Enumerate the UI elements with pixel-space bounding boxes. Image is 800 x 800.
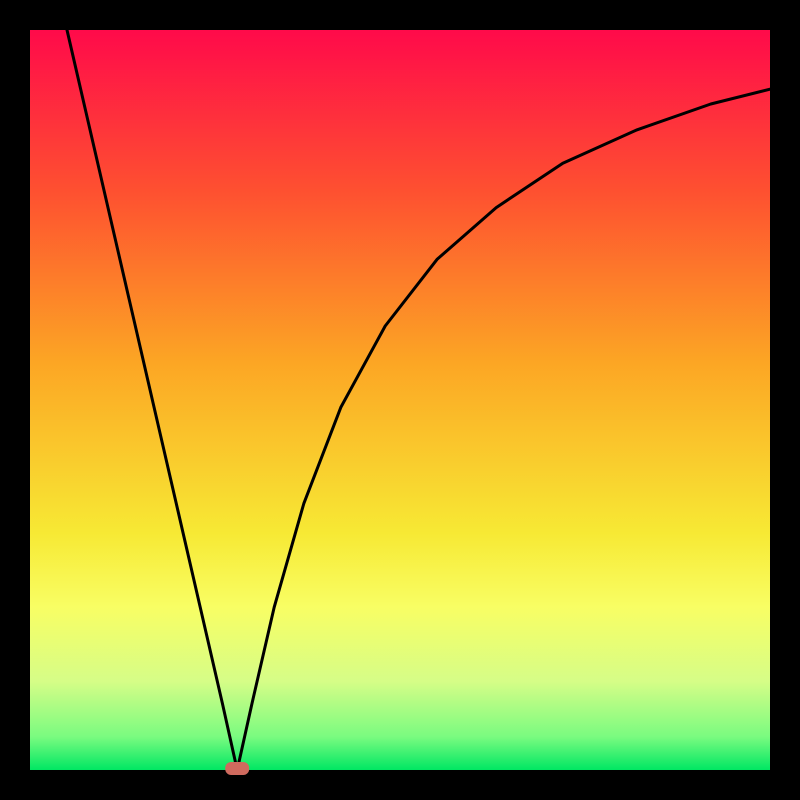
plot-background xyxy=(30,30,770,770)
optimal-marker xyxy=(225,762,249,775)
chart-frame: TheBottleneck.com xyxy=(0,0,800,800)
bottleneck-chart xyxy=(0,0,800,800)
